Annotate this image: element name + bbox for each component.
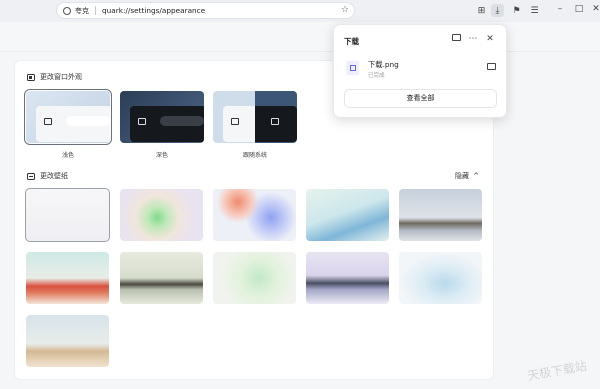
window-icon bbox=[27, 73, 35, 81]
wallpaper-10[interactable] bbox=[399, 252, 482, 304]
image-file-icon bbox=[346, 61, 359, 75]
wallpaper-8[interactable] bbox=[213, 252, 296, 304]
close-icon[interactable]: ✕ bbox=[485, 34, 495, 44]
theme-system-preview-dark bbox=[255, 106, 297, 142]
address-separator bbox=[95, 6, 96, 15]
close-icon[interactable]: ✕ bbox=[590, 4, 600, 14]
maximize-icon[interactable]: □ bbox=[573, 4, 585, 14]
theme-dark[interactable] bbox=[120, 91, 204, 143]
downloads-title: 下载 bbox=[344, 37, 359, 46]
theme-light-label: 浅色 bbox=[61, 152, 74, 159]
shield-icon[interactable] bbox=[63, 6, 71, 15]
wallpaper-9[interactable] bbox=[306, 252, 389, 304]
star-icon[interactable]: ☆ bbox=[341, 5, 349, 15]
menu-icon[interactable]: ☰ bbox=[528, 4, 541, 17]
minimize-icon[interactable]: – bbox=[554, 4, 566, 14]
downloads-popup: 下载 ⋯ ✕ 下载.png 已完成 查看全部 bbox=[333, 24, 507, 118]
bookmark-icon[interactable]: ⚑ bbox=[510, 4, 523, 17]
watermark: 天极下载站 bbox=[526, 358, 588, 384]
image-icon bbox=[27, 172, 35, 180]
address-bar[interactable]: 夸克 quark://settings/appearance ☆ bbox=[56, 2, 355, 19]
wallpaper-5[interactable] bbox=[399, 189, 482, 241]
appearance-section-title: 更改窗口外观 bbox=[27, 72, 82, 82]
preview-bar bbox=[66, 116, 110, 126]
wallpaper-6[interactable] bbox=[26, 252, 109, 304]
wallpaper-3[interactable] bbox=[213, 189, 296, 241]
wallpaper-2[interactable] bbox=[120, 189, 203, 241]
subbar bbox=[0, 22, 600, 52]
site-label: 夸克 bbox=[75, 6, 89, 15]
theme-system-preview-light bbox=[223, 106, 255, 142]
appearance-title: 更改窗口外观 bbox=[40, 73, 82, 81]
download-icon[interactable]: ⤓ bbox=[491, 4, 504, 17]
theme-light[interactable] bbox=[24, 89, 112, 145]
theme-system[interactable] bbox=[213, 91, 297, 143]
open-folder-icon[interactable] bbox=[451, 34, 461, 44]
preview-bar bbox=[160, 116, 204, 126]
theme-dark-label: 深色 bbox=[155, 152, 168, 159]
wallpaper-1[interactable] bbox=[25, 188, 110, 242]
wallpaper-section-title: 更改壁纸 bbox=[27, 171, 68, 181]
window-icon bbox=[138, 118, 146, 125]
theme-light-preview bbox=[36, 106, 110, 142]
url-text[interactable]: quark://settings/appearance bbox=[102, 6, 205, 15]
theme-system-label: 跟随系统 bbox=[242, 152, 267, 159]
wallpaper-4[interactable] bbox=[306, 189, 389, 241]
hide-wallpapers-button[interactable]: 隐藏 ^ bbox=[455, 171, 479, 181]
theme-dark-preview bbox=[130, 106, 204, 142]
download-file-name[interactable]: 下载.png bbox=[368, 60, 399, 70]
hide-label: 隐藏 bbox=[455, 172, 469, 180]
window-icon bbox=[231, 118, 239, 125]
show-in-folder-icon[interactable] bbox=[487, 63, 496, 70]
more-icon[interactable]: ⋯ bbox=[468, 34, 478, 44]
window-icon bbox=[271, 118, 279, 125]
grid-icon[interactable]: ⊞ bbox=[475, 4, 488, 17]
wallpaper-11[interactable] bbox=[26, 315, 109, 367]
wallpaper-title: 更改壁纸 bbox=[40, 172, 68, 180]
browser-toolbar: 夸克 quark://settings/appearance ☆ ⊞ ⤓ ⚑ ☰… bbox=[0, 0, 600, 22]
view-all-downloads-button[interactable]: 查看全部 bbox=[344, 89, 497, 108]
wallpaper-7[interactable] bbox=[120, 252, 203, 304]
window-icon bbox=[44, 118, 52, 125]
download-file-status: 已完成 bbox=[368, 73, 385, 79]
chevron-up-icon: ^ bbox=[473, 172, 480, 180]
